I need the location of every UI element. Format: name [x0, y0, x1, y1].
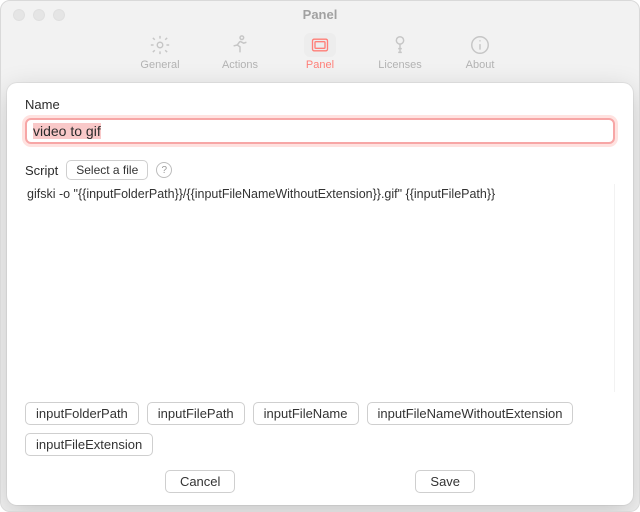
chip-inputfolderpath[interactable]: inputFolderPath — [25, 402, 139, 425]
script-label: Script — [25, 163, 58, 178]
tab-actions[interactable]: Actions — [212, 33, 268, 71]
tab-general[interactable]: General — [132, 33, 188, 71]
tab-label: About — [466, 59, 495, 71]
tab-label: Licenses — [378, 59, 421, 71]
traffic-lights — [13, 9, 65, 21]
tab-about[interactable]: About — [452, 33, 508, 71]
tab-label: Actions — [222, 59, 258, 71]
gear-icon — [144, 33, 176, 57]
variable-chips: inputFolderPath inputFilePath inputFileN… — [25, 402, 615, 456]
preferences-window: Panel General Actions Panel Licenses — [0, 0, 640, 512]
minimize-icon[interactable] — [33, 9, 45, 21]
zoom-icon[interactable] — [53, 9, 65, 21]
chip-inputfileextension[interactable]: inputFileExtension — [25, 433, 153, 456]
name-input-wrap[interactable]: video to gif — [25, 118, 615, 144]
window-title: Panel — [1, 1, 639, 29]
tab-label: General — [140, 59, 179, 71]
running-icon — [224, 33, 256, 57]
panel-icon — [304, 33, 336, 57]
chip-inputfilenamewithoutextension[interactable]: inputFileNameWithoutExtension — [367, 402, 574, 425]
save-button[interactable]: Save — [415, 470, 475, 493]
close-icon[interactable] — [13, 9, 25, 21]
tab-licenses[interactable]: Licenses — [372, 33, 428, 71]
sheet-footer: Cancel Save — [25, 470, 615, 493]
titlebar: Panel — [1, 1, 639, 29]
edit-action-sheet: Name video to gif Script Select a file ?… — [7, 83, 633, 505]
select-file-button[interactable]: Select a file — [66, 160, 148, 180]
script-textarea[interactable]: gifski -o "{{inputFolderPath}}/{{inputFi… — [25, 184, 615, 392]
name-input[interactable]: video to gif — [33, 123, 101, 139]
chip-inputfilepath[interactable]: inputFilePath — [147, 402, 245, 425]
preferences-toolbar: General Actions Panel Licenses About — [1, 29, 639, 81]
tab-label: Panel — [306, 59, 334, 71]
tab-panel[interactable]: Panel — [292, 33, 348, 71]
chip-inputfilename[interactable]: inputFileName — [253, 402, 359, 425]
info-icon — [464, 33, 496, 57]
cancel-button[interactable]: Cancel — [165, 470, 235, 493]
name-label: Name — [25, 97, 615, 112]
key-icon — [384, 33, 416, 57]
help-icon[interactable]: ? — [156, 162, 172, 178]
